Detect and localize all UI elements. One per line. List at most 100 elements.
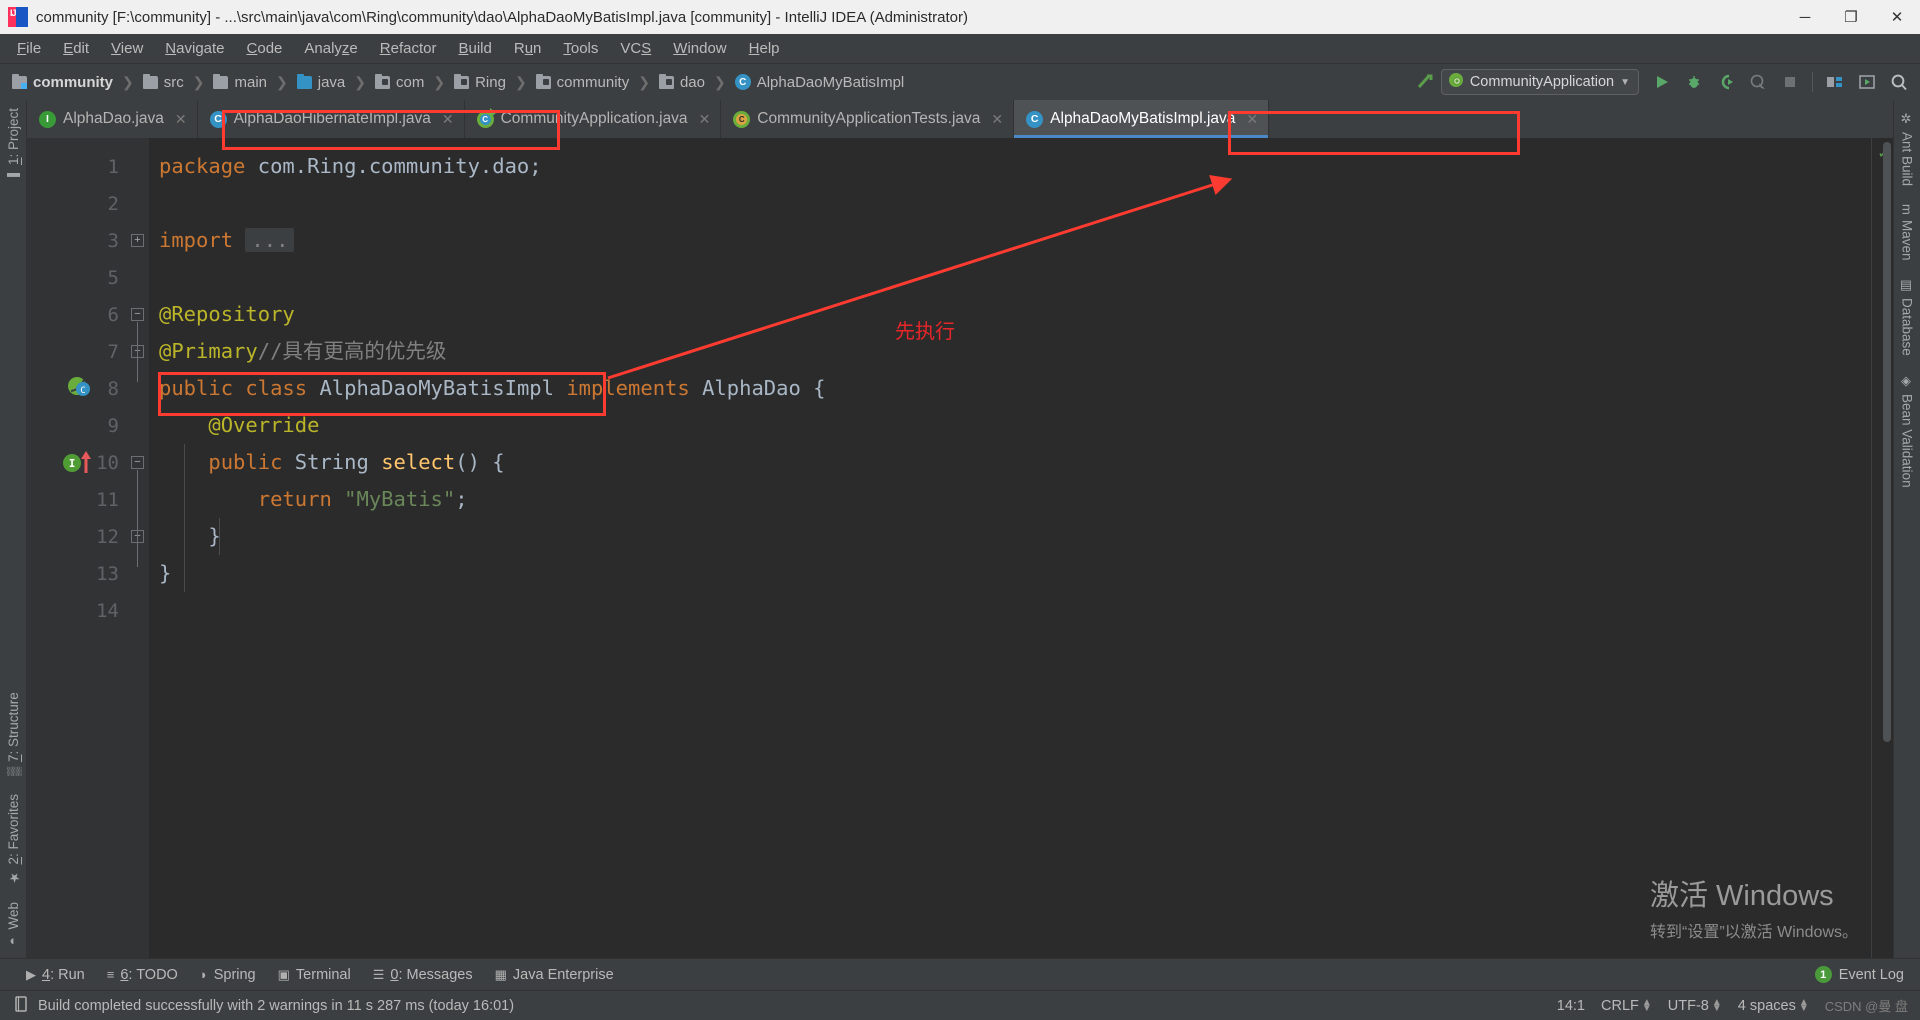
project-structure-icon[interactable] xyxy=(1820,67,1850,97)
right-tool-beanvalidation[interactable]: ◈ Bean Validation xyxy=(1900,372,1915,490)
left-tool-window-strip: ▬ 1: Project ▒ 7: Structure ★ 2: Favorites ◑ We… xyxy=(0,100,27,958)
close-tab-icon[interactable]: ✕ xyxy=(175,111,187,128)
bottom-tool-run[interactable]: ▶ 4: Run xyxy=(26,967,85,983)
run-triangle-icon: ▶ xyxy=(26,966,36,982)
editor-tab-communityapplicationtests[interactable]: C CommunityApplicationTests.java ✕ xyxy=(721,100,1015,138)
event-log-button[interactable]: 1 Event Log xyxy=(1814,966,1904,983)
breadcrumb-item-alphadaomybatisimpl[interactable]: C AlphaDaoMyBatisImpl xyxy=(733,72,907,93)
breadcrumb-item-com[interactable]: com xyxy=(373,72,426,93)
menu-view[interactable]: View xyxy=(100,36,154,61)
breadcrumb-item-ring[interactable]: Ring xyxy=(452,72,508,93)
right-tool-database[interactable]: ▤ Database xyxy=(1900,276,1915,358)
collapse-fold-icon[interactable]: − xyxy=(131,456,144,469)
editor-tab-communityapplication[interactable]: C CommunityApplication.java ✕ xyxy=(465,100,722,138)
indent-selector[interactable]: 4 spaces ▲ ▼ xyxy=(1738,997,1809,1014)
editor-marker-scrollbar[interactable]: ✓ xyxy=(1871,138,1893,958)
code-line: public class AlphaDaoMyBatisImpl impleme… xyxy=(149,370,1871,407)
breadcrumb-item-main[interactable]: main xyxy=(211,72,269,93)
editor-scrollbar-thumb[interactable] xyxy=(1883,142,1891,742)
expand-fold-icon[interactable]: + xyxy=(131,234,144,247)
close-tab-icon[interactable]: ✕ xyxy=(442,111,454,128)
collapsed-imports-placeholder[interactable]: ... xyxy=(245,228,295,252)
menu-run[interactable]: Run xyxy=(503,36,553,61)
code-text-area[interactable]: package com.Ring.community.dao; import ..… xyxy=(149,138,1871,958)
right-tool-antbuild[interactable]: ✲ Ant Build xyxy=(1900,110,1915,188)
code-line: package com.Ring.community.dao; xyxy=(149,148,1871,185)
bottom-tool-spring[interactable]: ◗ Spring xyxy=(200,967,256,983)
code-line: public String select() { xyxy=(149,444,1871,481)
menu-edit[interactable]: Edit xyxy=(52,36,100,61)
title-bar: IJ community [F:\community] - ...\src\ma… xyxy=(0,0,1920,34)
editor-area: I AlphaDao.java ✕ C AlphaDaoHibernateImpl.ja… xyxy=(27,100,1893,958)
chevron-down-icon[interactable]: ▼ xyxy=(1620,77,1630,88)
code-line: import ... xyxy=(149,222,1871,259)
logo-letters: IJ xyxy=(10,8,16,18)
right-tool-label: Bean Validation xyxy=(1899,394,1915,488)
close-tab-icon[interactable]: ✕ xyxy=(699,111,711,128)
close-button[interactable]: ✕ xyxy=(1874,0,1920,34)
spring-bean-gutter-icon[interactable]: C xyxy=(67,376,93,403)
code-token: } xyxy=(159,561,172,585)
editor-tab-label: AlphaDao.java xyxy=(63,110,164,127)
run-with-coverage-icon[interactable] xyxy=(1711,67,1741,97)
update-project-icon[interactable] xyxy=(1852,67,1882,97)
menu-tools[interactable]: Tools xyxy=(552,36,609,61)
class-sub-icon: C xyxy=(736,113,748,125)
search-everywhere-icon[interactable] xyxy=(1884,67,1914,97)
breadcrumb-item-community[interactable]: community xyxy=(534,72,632,93)
left-tool-structure[interactable]: ▒ 7: Structure xyxy=(6,690,21,778)
build-hammer-icon[interactable] xyxy=(1409,67,1439,97)
right-tool-maven[interactable]: m Maven xyxy=(1900,202,1915,262)
left-tool-project[interactable]: ▬ 1: Project xyxy=(6,106,21,187)
run-configuration-selector[interactable]: CommunityApplication ▼ xyxy=(1440,69,1639,95)
left-tool-favorites[interactable]: ★ 2: Favorites xyxy=(6,792,21,887)
encoding-selector[interactable]: UTF-8 ▲ ▼ xyxy=(1668,997,1722,1014)
breadcrumb-item-java[interactable]: java xyxy=(295,72,348,93)
editor-tab-alphadaomybatisimpl[interactable]: C AlphaDaoMyBatisImpl.java ✕ xyxy=(1014,100,1270,138)
editor-tab-label: AlphaDaoMyBatisImpl.java xyxy=(1050,110,1236,127)
csdn-watermark: CSDN @曼 盘 xyxy=(1824,999,1908,1014)
collapse-fold-icon[interactable]: − xyxy=(131,308,144,321)
main-content: ▬ 1: Project ▒ 7: Structure ★ 2: Favorites ◑ We… xyxy=(0,100,1920,958)
menu-help[interactable]: Help xyxy=(738,36,791,61)
line-separator-selector[interactable]: CRLF ▲ ▼ xyxy=(1601,997,1652,1014)
breadcrumb-item-dao[interactable]: dao xyxy=(657,72,707,93)
menu-file[interactable]: File xyxy=(6,36,52,61)
menu-code[interactable]: Code xyxy=(236,36,294,61)
debug-icon[interactable] xyxy=(1679,67,1709,97)
code-line: } xyxy=(149,555,1871,592)
breadcrumb-item-src[interactable]: src xyxy=(141,72,186,93)
caret-position[interactable]: 14:1 xyxy=(1557,998,1585,1014)
left-tool-web[interactable]: ◑ Web xyxy=(6,900,21,952)
bottom-tool-javaenterprise[interactable]: ▦ Java Enterprise xyxy=(495,967,614,983)
menu-analyze[interactable]: Analyze xyxy=(293,36,368,61)
close-tab-icon[interactable]: ✕ xyxy=(1246,111,1258,128)
bottom-tool-terminal[interactable]: ▣ Terminal xyxy=(278,967,351,983)
code-line: return "MyBatis"; xyxy=(149,481,1871,518)
class-icon: C xyxy=(1026,110,1044,128)
class-icon: C xyxy=(209,110,227,128)
breadcrumb-label: dao xyxy=(679,73,705,91)
bottom-tool-messages[interactable]: ☰ 0: Messages xyxy=(373,967,473,983)
menu-vcs[interactable]: VCS xyxy=(609,36,662,61)
bottom-tool-label: 0: Messages xyxy=(390,966,473,983)
menu-refactor[interactable]: Refactor xyxy=(369,36,448,61)
implementing-method-gutter-icon[interactable]: I xyxy=(63,450,93,479)
editor-tab-alphadaohibernateimpl[interactable]: C AlphaDaoHibernateImpl.java ✕ xyxy=(198,100,465,138)
minimize-button[interactable]: ─ xyxy=(1782,0,1828,34)
code-token: //具有更高的优先级 xyxy=(257,339,447,363)
menu-window[interactable]: Window xyxy=(662,36,737,61)
editor-tab-label: AlphaDaoHibernateImpl.java xyxy=(233,110,431,127)
profile-icon[interactable] xyxy=(1743,67,1773,97)
editor-tab-alphadao[interactable]: I AlphaDao.java ✕ xyxy=(27,100,198,138)
run-icon[interactable] xyxy=(1647,67,1677,97)
editor-tabs-bar: I AlphaDao.java ✕ C AlphaDaoHibernateImpl.ja… xyxy=(27,100,1893,138)
menu-navigate[interactable]: Navigate xyxy=(154,36,235,61)
code-line: @Override xyxy=(149,407,1871,444)
bottom-tool-todo[interactable]: ≡ 6: TODO xyxy=(107,967,178,983)
menu-build[interactable]: Build xyxy=(447,36,502,61)
breadcrumb-item-community[interactable]: community xyxy=(10,72,115,93)
close-tab-icon[interactable]: ✕ xyxy=(991,111,1003,128)
maximize-button[interactable]: ❐ xyxy=(1828,0,1874,34)
